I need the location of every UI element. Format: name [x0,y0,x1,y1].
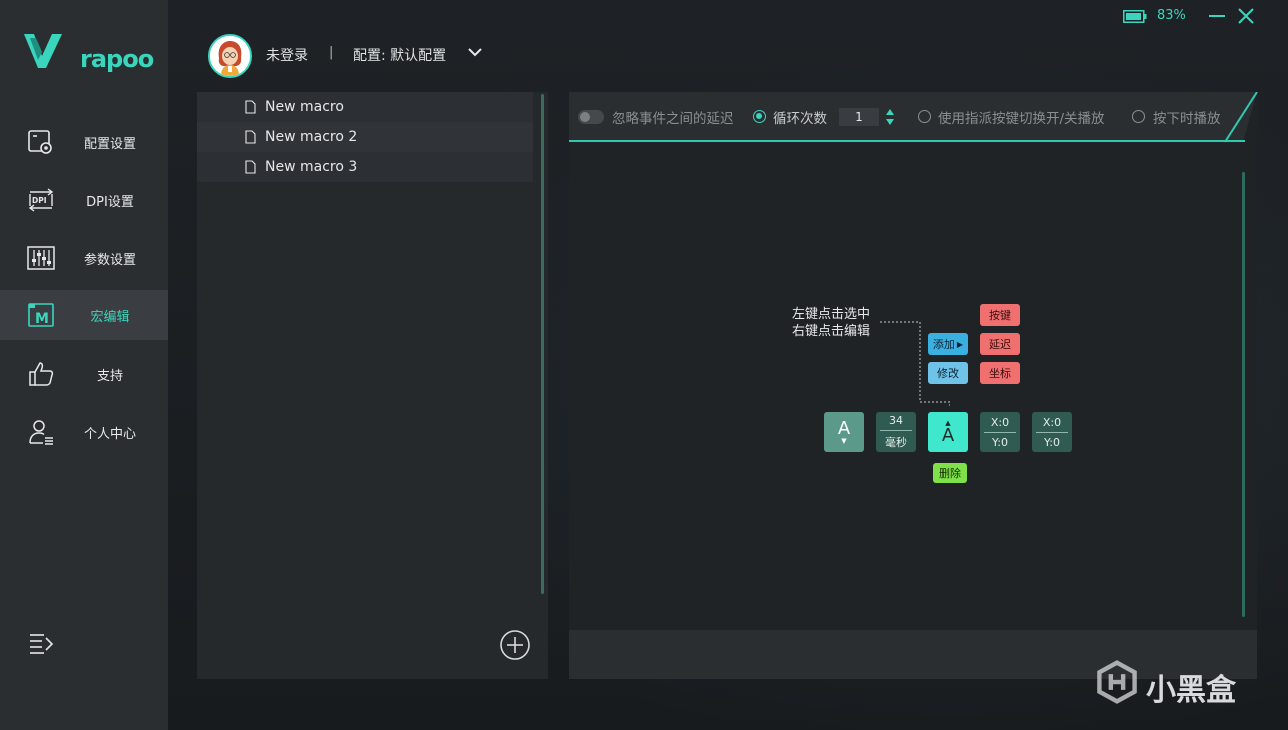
toggle-by-key-label: 使用指派按键切换开/关播放 [938,111,1105,127]
toolbar-slant-decoration [1224,92,1258,143]
avatar[interactable] [208,34,252,78]
file-icon [245,160,256,174]
node-divider [984,431,1016,433]
delete-label: 删除 [939,467,961,480]
header-separator: | [329,45,334,60]
sidebar-item-macro[interactable]: M 宏编辑 [0,290,168,340]
sliders-icon [27,246,55,270]
config-icon [28,130,52,154]
coord-x: X:0 [990,415,1010,429]
macro-name: New macro 2 [265,129,358,145]
delay-node[interactable]: 34 毫秒 [876,412,916,452]
node-divider [880,430,912,431]
hint-right-click: 右键点击编辑 [792,324,871,339]
coord-y: Y:0 [1044,435,1060,449]
coord-node[interactable]: X:0 Y:0 [980,412,1020,452]
battery-icon [1123,10,1147,23]
modify-label: 修改 [937,367,959,380]
delete-action-button[interactable]: 删除 [933,463,967,483]
macro-list-scrollbar[interactable] [541,94,544,594]
add-key-button[interactable]: 按键 [980,304,1020,326]
macro-list-item[interactable]: New macro [197,92,533,122]
heybox-logo-icon [1097,660,1137,704]
add-macro-button[interactable] [499,629,531,661]
coord-y: Y:0 [992,435,1008,449]
delay-value: 34 [889,414,903,427]
node-divider [1036,431,1068,433]
coord-label: 坐标 [989,367,1011,380]
macro-list-item[interactable]: New macro 3 [197,152,533,182]
loop-count-radio[interactable] [753,110,766,123]
add-action-button[interactable]: 添加 ▶ [928,333,968,355]
toggle-by-key-radio[interactable] [918,110,931,123]
loop-count-label: 循环次数 [773,111,827,127]
key-name: A [941,424,955,446]
user-icon [29,420,53,445]
loop-count-stepper-icon[interactable] [885,108,895,126]
battery-level: 83% [1157,8,1186,23]
key-name: A [837,417,851,439]
sidebar-item-params[interactable]: 参数设置 [0,233,168,283]
play-while-pressed-radio[interactable] [1132,110,1145,123]
collapse-menu-icon[interactable] [28,632,54,654]
play-right-icon: ▶ [956,339,964,349]
macro-name: New macro [265,99,344,115]
coord-node[interactable]: X:0 Y:0 [1032,412,1072,452]
chevron-down-icon[interactable] [468,47,482,57]
delay-unit: 毫秒 [885,436,907,449]
ignore-delay-label: 忽略事件之间的延迟 [612,111,734,127]
sidebar-item-user-center[interactable]: 个人中心 [0,407,168,457]
sidebar-item-support[interactable]: 支持 [0,349,168,399]
macro-list-panel: New macro New macro 2 New macro 3 [197,92,548,679]
key-up-node[interactable]: ▲ A [928,412,968,452]
profile-selector[interactable]: 配置: 默认配置 [353,45,446,65]
sidebar-item-label: 宏编辑 [90,309,130,325]
modify-action-button[interactable]: 修改 [928,362,968,384]
macro-name: New macro 3 [265,159,358,175]
username[interactable]: 未登录 [266,45,308,65]
key-label: 按键 [989,309,1011,322]
watermark-text: 小黑盒 [1146,673,1236,708]
usage-hint: 左键点击选中 右键点击编辑 [792,306,870,340]
editor-scrollbar[interactable] [1242,172,1245,617]
sidebar: rapoo 配置设置 DPI DPI设置 参数设置 M 宏编辑 支持 个人中心 [0,0,168,730]
key-down-arrow-icon: ▼ [841,436,847,445]
close-icon[interactable] [1236,6,1256,26]
svg-text:M: M [35,311,49,327]
add-coord-button[interactable]: 坐标 [980,362,1020,384]
sidebar-item-label: 个人中心 [83,426,136,442]
svg-text:DPI: DPI [32,196,47,205]
sidebar-item-label: 配置设置 [83,136,136,152]
macro-icon: M [28,303,54,327]
sidebar-item-label: 支持 [96,368,123,384]
sidebar-item-dpi[interactable]: DPI DPI设置 [0,175,168,225]
avatar-icon [210,36,250,76]
toolbar-accent-line [569,140,1245,142]
minimize-icon[interactable] [1208,6,1226,26]
brand-name: rapoo [80,45,154,73]
sidebar-item-label: DPI设置 [86,194,134,210]
loop-count-input[interactable] [839,108,879,126]
hint-left-click: 左键点击选中 [792,307,871,322]
play-while-pressed-label: 按下时播放 [1153,111,1221,127]
delay-label: 延迟 [989,338,1011,351]
dpi-icon: DPI [28,188,54,212]
macro-list-item[interactable]: New macro 2 [197,122,533,152]
add-delay-button[interactable]: 延迟 [980,333,1020,355]
sidebar-item-config[interactable]: 配置设置 [0,117,168,167]
file-icon [245,130,256,144]
sidebar-item-label: 参数设置 [83,252,136,268]
coord-x: X:0 [1042,415,1062,429]
ignore-delay-toggle[interactable] [578,110,604,124]
thumbs-up-icon [29,362,54,386]
key-down-node[interactable]: A ▼ [824,412,864,452]
header: 未登录 | 配置: 默认配置 83% [168,0,1288,90]
add-label: 添加 [932,338,955,351]
file-icon [245,100,256,114]
